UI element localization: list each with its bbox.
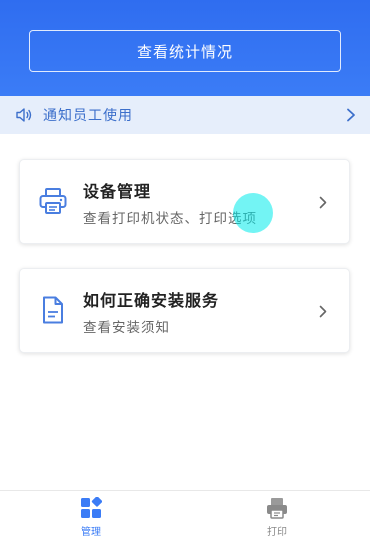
install-guide-card[interactable]: 如何正确安装服务 查看安装须知 [19, 268, 350, 353]
chevron-right-icon [319, 305, 327, 318]
chevron-right-icon [347, 108, 355, 122]
bottom-tab-bar: 管理 打印 [0, 490, 370, 542]
notice-text: 通知员工使用 [43, 108, 133, 124]
grid-manage-icon [81, 497, 102, 518]
device-management-card[interactable]: 设备管理 查看打印机状态、打印选项 [19, 159, 350, 244]
printer-icon [39, 188, 67, 214]
tab-print[interactable]: 打印 [247, 497, 307, 538]
card-subtitle: 查看打印机状态、打印选项 [83, 211, 257, 227]
card-title: 设备管理 [83, 182, 152, 201]
header-banner: 查看统计情况 [0, 0, 370, 96]
touch-indicator [233, 193, 273, 233]
chevron-right-icon [319, 196, 327, 209]
tab-manage[interactable]: 管理 [61, 497, 121, 538]
view-statistics-button[interactable]: 查看统计情况 [29, 30, 341, 72]
tab-label: 打印 [267, 527, 287, 538]
print-tab-icon [267, 498, 287, 519]
speaker-icon [16, 108, 32, 122]
notice-bar[interactable]: 通知员工使用 [0, 96, 370, 134]
tab-label: 管理 [81, 527, 101, 538]
document-icon [43, 296, 63, 324]
card-subtitle: 查看安装须知 [83, 320, 170, 336]
card-title: 如何正确安装服务 [83, 291, 220, 310]
header-stat-labels-cropped [0, 0, 370, 6]
